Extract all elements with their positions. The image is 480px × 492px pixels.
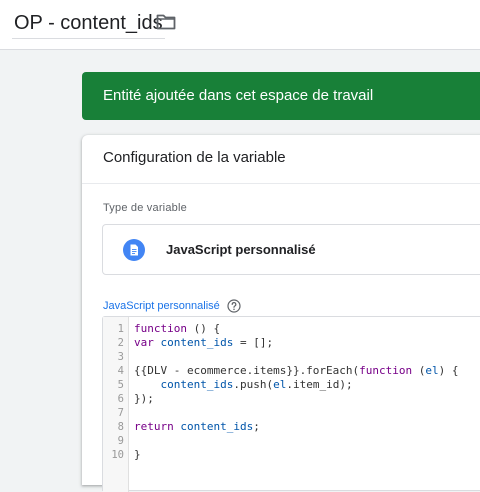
variable-config-card: Configuration de la variable Type de var… bbox=[82, 135, 480, 492]
success-toast: Entité ajoutée dans cet espace de travai… bbox=[82, 72, 480, 120]
variable-type-selector[interactable]: JavaScript personnalisé bbox=[102, 224, 480, 275]
code-line: content_ids.push(el.item_id); bbox=[134, 378, 353, 392]
document-icon bbox=[123, 239, 145, 261]
code-token: content_ids bbox=[180, 420, 254, 433]
code-token: el bbox=[273, 378, 287, 391]
code-token: ) { bbox=[438, 364, 459, 377]
code-line: function () { bbox=[134, 322, 220, 336]
line-number: 3 bbox=[117, 351, 124, 363]
code-line: } bbox=[134, 448, 141, 462]
code-token: return bbox=[134, 420, 174, 433]
code-token: = []; bbox=[233, 336, 274, 349]
header-bar: OP - content_ids bbox=[0, 0, 480, 50]
line-number: 8 bbox=[117, 421, 124, 433]
code-token: content_ids bbox=[160, 336, 234, 349]
folder-icon[interactable] bbox=[156, 13, 176, 31]
help-icon[interactable] bbox=[227, 299, 241, 313]
line-number: 2 bbox=[117, 337, 124, 349]
code-token: var bbox=[134, 336, 154, 349]
code-token: .push( bbox=[233, 378, 274, 391]
code-token: }); bbox=[134, 392, 154, 405]
code-token: ( bbox=[412, 364, 426, 377]
code-line: return content_ids; bbox=[134, 420, 260, 434]
line-number: 10 bbox=[111, 449, 124, 461]
code-token: () { bbox=[186, 322, 221, 335]
line-number-gutter: 1 2 3 4 5 6 7 8 9 10 bbox=[103, 317, 129, 492]
variable-type-value: JavaScript personnalisé bbox=[166, 242, 316, 257]
custom-js-label: JavaScript personnalisé bbox=[103, 300, 220, 312]
line-number: 9 bbox=[117, 435, 124, 447]
line-number: 6 bbox=[117, 393, 124, 405]
code-line: var content_ids = []; bbox=[134, 336, 273, 350]
code-editor[interactable]: 1 2 3 4 5 6 7 8 9 10 function () {var content_ids… bbox=[102, 316, 480, 492]
code-token: ; bbox=[253, 420, 260, 433]
line-number: 7 bbox=[117, 407, 124, 419]
code-token: } bbox=[134, 448, 141, 461]
code-token: function bbox=[134, 322, 187, 335]
code-token: {{DLV - ecommerce.items}}.forEach( bbox=[134, 364, 360, 377]
code-token: .item_id); bbox=[286, 378, 353, 391]
code-token: function bbox=[359, 364, 413, 377]
card-title: Configuration de la variable bbox=[103, 149, 286, 166]
line-number: 4 bbox=[117, 365, 124, 377]
line-number: 5 bbox=[117, 379, 124, 391]
code-token: el bbox=[425, 364, 439, 377]
code-token: content_ids bbox=[160, 378, 234, 391]
variable-name-field[interactable]: OP - content_ids bbox=[12, 10, 165, 39]
code-line: {{DLV - ecommerce.items}}.forEach(functi… bbox=[134, 364, 459, 378]
line-number: 1 bbox=[117, 323, 124, 335]
card-divider bbox=[82, 183, 480, 184]
variable-type-label: Type de variable bbox=[103, 202, 187, 214]
code-line: }); bbox=[134, 392, 154, 406]
